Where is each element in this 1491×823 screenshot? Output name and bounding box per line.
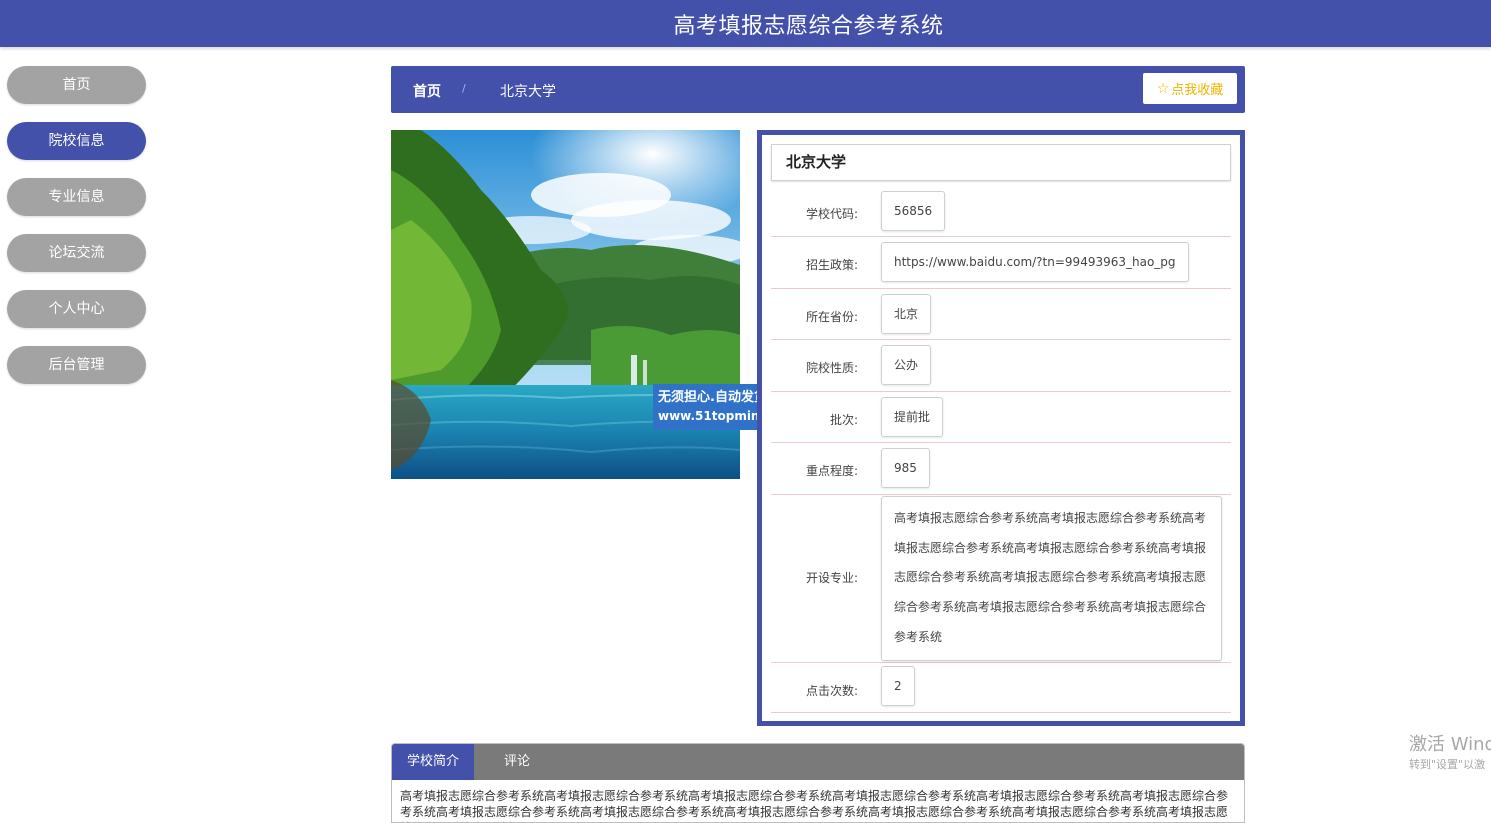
field-label: 重点程度: (805, 464, 858, 478)
field-label: 点击次数: (805, 684, 858, 698)
sidebar-item-admin[interactable]: 后台管理 (7, 346, 146, 384)
field-label: 所在省份: (805, 310, 858, 324)
sidebar-item-majors[interactable]: 专业信息 (7, 178, 146, 216)
field-value-rank-level: 985 (881, 448, 930, 488)
school-name: 北京大学 (771, 144, 1231, 181)
field-row-rank-level: 重点程度: 985 (771, 443, 1231, 495)
field-label: 招生政策: (805, 258, 858, 272)
field-value-ownership: 公办 (881, 345, 932, 385)
sidebar-item-profile[interactable]: 个人中心 (7, 290, 146, 328)
school-intro-text: 高考填报志愿综合参考系统高考填报志愿综合参考系统高考填报志愿综合参考系统高考填报… (400, 789, 1229, 822)
breadcrumb-current: 北京大学 (500, 84, 556, 100)
field-value-province: 北京 (881, 294, 932, 334)
tab-bar: 学校简介 评论 (392, 744, 1244, 780)
field-label: 院校性质: (805, 361, 858, 375)
field-value-school-code: 56856 (881, 191, 946, 231)
sidebar-item-home[interactable]: 首页 (7, 66, 146, 104)
field-value-click-count: 2 (881, 666, 915, 706)
field-label: 批次: (829, 413, 858, 427)
os-activation-watermark: 激活 Wind 转到"设置"以激 (1409, 730, 1491, 772)
favorite-button-label: 点我收藏 (1171, 83, 1224, 98)
field-row-majors: 开设专业: 高考填报志愿综合参考系统高考填报志愿综合参考系统高考填报志愿综合参考… (771, 495, 1231, 663)
field-value-batch: 提前批 (881, 397, 944, 437)
star-outline-icon: ☆ (1156, 80, 1170, 97)
field-row-click-count: 点击次数: 2 (771, 663, 1231, 713)
field-label: 开设专业: (805, 571, 858, 585)
field-label: 学校代码: (805, 207, 858, 221)
field-row-admission-policy: 招生政策: https://www.baidu.com/?tn=99493963… (771, 237, 1231, 289)
tab-school-intro[interactable]: 学校简介 (392, 744, 474, 780)
field-row-province: 所在省份: 北京 (771, 289, 1231, 340)
app-title: 高考填报志愿综合参考系统 (673, 13, 944, 39)
tab-comments[interactable]: 评论 (474, 744, 560, 780)
top-header: 高考填报志愿综合参考系统 (0, 0, 1491, 47)
sidebar-item-forum[interactable]: 论坛交流 (7, 234, 146, 272)
breadcrumb-bar: 首页 / 北京大学 ☆ 点我收藏 (391, 66, 1245, 113)
school-tabs: 学校简介 评论 高考填报志愿综合参考系统高考填报志愿综合参考系统高考填报志愿综合… (391, 743, 1245, 823)
field-row-school-code: 学校代码: 56856 (771, 186, 1231, 237)
school-info-panel: 北京大学 学校代码: 56856 招生政策: https://www.baidu… (757, 130, 1245, 726)
field-row-ownership: 院校性质: 公办 (771, 340, 1231, 392)
favorite-button[interactable]: ☆ 点我收藏 (1143, 73, 1237, 104)
field-value-majors: 高考填报志愿综合参考系统高考填报志愿综合参考系统高考填报志愿综合参考系统高考填报… (881, 496, 1222, 661)
sidebar-nav: 首页 院校信息 专业信息 论坛交流 个人中心 后台管理 (7, 66, 146, 402)
activation-title: 激活 Wind (1409, 734, 1491, 755)
breadcrumb-home-link[interactable]: 首页 (413, 81, 441, 101)
activation-subtitle: 转到"设置"以激 (1409, 758, 1486, 771)
field-row-batch: 批次: 提前批 (771, 392, 1231, 443)
field-value-admission-policy: https://www.baidu.com/?tn=99493963_hao_p… (881, 242, 1189, 282)
breadcrumb-separator: / (462, 82, 466, 95)
sidebar-item-schools[interactable]: 院校信息 (7, 122, 146, 160)
